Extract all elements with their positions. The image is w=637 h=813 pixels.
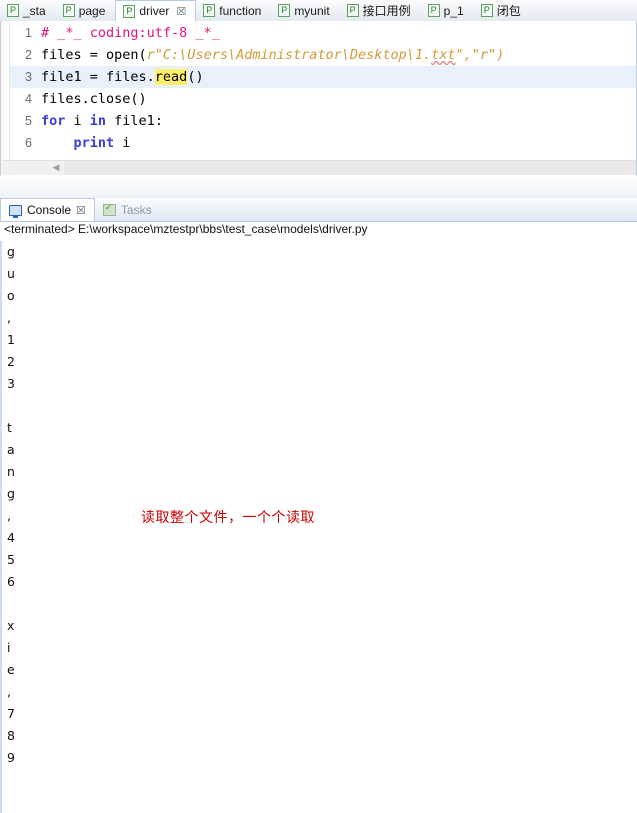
console-output-line: g xyxy=(7,486,15,501)
console-output-line: 8 xyxy=(7,728,15,743)
console-output-line: 3 xyxy=(7,376,15,391)
console-output-line: 5 xyxy=(7,552,15,567)
editor-gutter xyxy=(1,21,10,176)
console-output-line: u xyxy=(7,266,15,281)
console-output-line: , xyxy=(7,310,11,325)
editor-tab-label: p_1 xyxy=(443,3,464,18)
python-file-icon xyxy=(427,4,440,17)
code-token: in xyxy=(89,113,107,129)
code-token: files.close() xyxy=(41,91,147,107)
python-file-icon xyxy=(62,4,75,17)
console-output-line: t xyxy=(7,420,12,435)
editor-tab-label: myunit xyxy=(294,3,330,18)
console-output-line: , xyxy=(7,508,11,523)
console-output-line: 7 xyxy=(7,706,15,721)
code-line[interactable]: 4 files.close() xyxy=(10,88,636,110)
close-icon[interactable]: ☒ xyxy=(76,204,86,217)
console-output-line: o xyxy=(7,288,15,303)
console-output-line: 6 xyxy=(7,574,15,589)
console-output-line: 4 xyxy=(7,530,15,545)
code-line[interactable]: 6 print i xyxy=(10,132,636,154)
console-output-line: n xyxy=(7,464,15,479)
editor-tab-接口用例[interactable]: 接口用例 xyxy=(340,0,421,21)
line-number: 3 xyxy=(25,70,32,84)
editor-tab-page[interactable]: page xyxy=(56,0,116,21)
code-token: ","r") xyxy=(455,47,505,63)
console-tab-console[interactable]: Console ☒ xyxy=(0,198,95,221)
tasks-icon xyxy=(102,203,116,216)
editor-tab-p_1[interactable]: p_1 xyxy=(421,0,474,21)
console-tab-label: Console xyxy=(27,203,72,217)
console-output-line: i xyxy=(7,640,11,655)
editor-horizontal-scrollbar[interactable]: ◀ xyxy=(2,160,636,175)
console-output-line: 2 xyxy=(7,354,15,369)
code-token: file1 = files. xyxy=(41,69,155,85)
code-lines: 1 # _*_ coding:utf-8 _*_ 2 files = open(r"C… xyxy=(10,22,636,176)
scrollbar-track[interactable] xyxy=(64,161,636,175)
editor-tab-label: 接口用例 xyxy=(362,3,411,18)
code-line[interactable]: 3 file1 = files.read() xyxy=(10,66,636,88)
editor-tab-function[interactable]: function xyxy=(196,0,271,21)
code-token: txt xyxy=(431,47,456,63)
close-icon[interactable]: ☒ xyxy=(176,5,186,18)
editor-tab-_sta[interactable]: _sta xyxy=(0,0,56,21)
line-number: 6 xyxy=(25,136,32,150)
console-tab-label: Tasks xyxy=(120,202,152,217)
code-token: () xyxy=(187,69,204,85)
code-line[interactable]: 1 # _*_ coding:utf-8 _*_ xyxy=(10,22,636,44)
code-token: file1: xyxy=(106,113,163,129)
code-token: # _*_ coding:utf-8 _*_ xyxy=(41,25,220,41)
console-panel: Console ☒ Tasks <terminated> E:\workspace\… xyxy=(0,198,637,813)
console-tab-tasks[interactable]: Tasks xyxy=(95,198,160,221)
code-token: r"C:\Users\Administrator\Desktop\1. xyxy=(146,47,432,63)
python-file-icon xyxy=(278,4,291,17)
python-file-icon xyxy=(7,4,19,17)
python-file-icon xyxy=(480,4,493,17)
code-token: for xyxy=(41,113,66,129)
code-token: i xyxy=(65,113,90,129)
scroll-left-arrow-icon[interactable]: ◀ xyxy=(48,161,64,175)
code-token: files = open( xyxy=(41,47,147,63)
python-file-icon xyxy=(123,4,136,18)
python-file-icon xyxy=(346,4,359,17)
console-output-line: 9 xyxy=(7,750,15,765)
line-number: 1 xyxy=(25,26,32,40)
red-annotation-text: 读取整个文件，一个个读取 xyxy=(141,510,315,526)
line-number: 4 xyxy=(25,92,32,106)
panel-divider xyxy=(0,176,637,198)
console-output-line: a xyxy=(7,442,15,457)
code-token: read xyxy=(154,69,188,85)
editor-tab-bar: _sta page driver ☒ function myunit 接口用例 p_1 闭包 xyxy=(0,0,637,22)
console-output-line: g xyxy=(7,244,15,259)
console-output-line: , xyxy=(7,684,11,699)
code-token: print xyxy=(73,135,115,151)
console-monitor-icon xyxy=(9,204,22,218)
python-file-icon xyxy=(203,4,216,17)
console-output-line: 1 xyxy=(7,332,15,347)
console-output[interactable]: guo,123 tang,456 xie,789 xyxy=(0,241,637,813)
editor-tab-label: page xyxy=(78,3,106,18)
console-tab-bar: Console ☒ Tasks xyxy=(0,198,637,222)
editor-tab-label: function xyxy=(219,3,262,18)
code-line[interactable]: 5 for i in file1: xyxy=(10,110,636,132)
editor-tab-myunit[interactable]: myunit xyxy=(271,0,339,21)
editor-tab-label: 闭包 xyxy=(496,3,521,18)
terminated-process-line: <terminated> E:\workspace\mztestpr\bbs\t… xyxy=(4,222,368,236)
editor-tab-label: driver xyxy=(139,4,170,18)
line-number: 5 xyxy=(25,114,32,128)
code-token: i xyxy=(114,135,131,151)
console-output-line: e xyxy=(7,662,15,677)
editor-tab-label: _sta xyxy=(23,3,46,18)
editor-tab-闭包[interactable]: 闭包 xyxy=(474,0,531,21)
line-number: 2 xyxy=(25,48,32,62)
editor-tab-driver[interactable]: driver ☒ xyxy=(115,0,197,21)
code-line[interactable]: 2 files = open(r"C:\Users\Administrator\D… xyxy=(10,44,636,66)
code-editor[interactable]: 1 # _*_ coding:utf-8 _*_ 2 files = open(r"C… xyxy=(0,21,637,176)
console-output-line: x xyxy=(7,618,15,633)
